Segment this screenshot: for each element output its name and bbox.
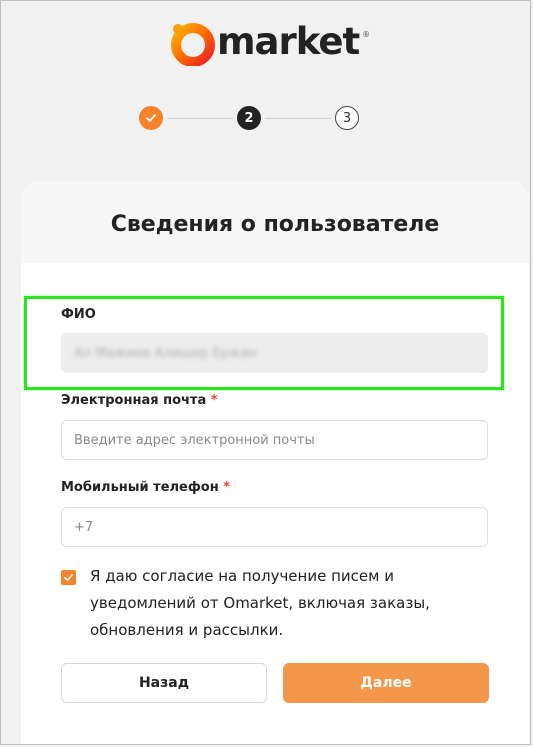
stepper-connector [167,118,233,119]
email-field[interactable]: Введите адрес электронной почты [61,420,488,460]
email-label: Электронная почта * [61,393,218,408]
full-name-field[interactable]: Ал Мажиев Алишер Ержан [61,333,488,373]
full-name-value: Ал Мажиев Алишер Ержан [74,345,258,361]
logo-o-icon [169,20,215,67]
user-details-card: Сведения о пользователе ФИО Ал Мажиев Ал… [21,181,529,744]
step-2-current: 2 [237,106,261,130]
required-asterisk: * [210,393,218,408]
page-title: Сведения о пользователе [110,211,440,237]
consent-row: Я даю согласие на получение писем и увед… [61,563,491,644]
full-name-label: ФИО [61,307,96,322]
back-button[interactable]: Назад [61,663,267,703]
step-1-completed [139,106,163,130]
next-button[interactable]: Далее [283,663,489,703]
consent-text: Я даю согласие на получение писем и увед… [90,567,430,639]
phone-label: Мобильный телефон * [61,480,230,495]
email-placeholder: Введите адрес электронной почты [74,432,315,448]
check-icon [146,114,156,122]
consent-checkbox[interactable] [61,570,76,585]
phone-prefix: +7 [74,519,94,535]
check-icon [64,573,73,582]
required-asterisk: * [223,480,231,495]
registered-mark: ® [362,29,371,39]
card-header: Сведения о пользователе [21,181,529,263]
email-label-text: Электронная почта [61,393,207,408]
stepper-connector [265,118,331,119]
signup-page: market ® 2 3 Сведения о пользователе ФИО… [0,0,531,745]
progress-stepper: 2 3 [137,106,365,132]
logo-wordmark: market [217,19,360,63]
omarket-logo: market ® [169,13,370,73]
phone-field[interactable]: +7 [61,507,488,547]
step-3-pending: 3 [335,106,359,130]
full-name-label-text: ФИО [61,307,96,322]
phone-label-text: Мобильный телефон [61,480,219,495]
